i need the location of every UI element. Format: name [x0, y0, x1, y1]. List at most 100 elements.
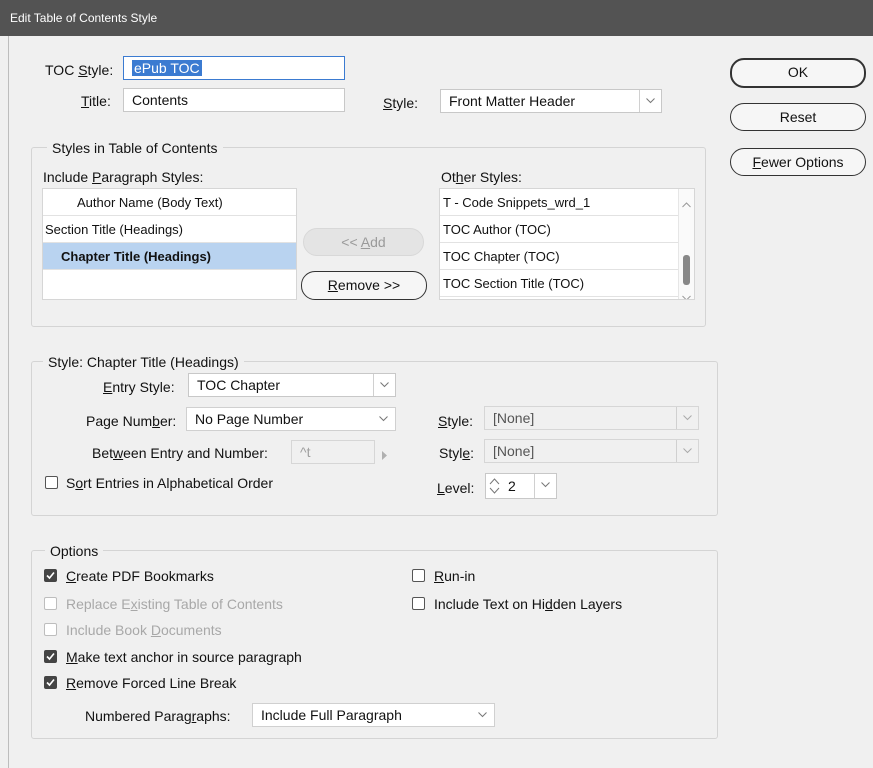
title-input[interactable]: Contents: [123, 88, 345, 112]
list-item[interactable]: Section Title (Headings): [43, 216, 296, 243]
other-styles-scrollbar[interactable]: [678, 189, 694, 299]
title-style-dropdown[interactable]: Front Matter Header: [440, 89, 662, 113]
title-style-label-accel: S: [383, 95, 393, 111]
hidden-label-part: Include Text on Hi: [434, 596, 546, 612]
entry-style-label: Entry Style:: [103, 378, 175, 396]
remove-label-accel: R: [327, 277, 338, 293]
between-style-dropdown[interactable]: [None]: [484, 439, 699, 463]
make-anchor-label-accel: M: [66, 649, 78, 665]
play-arrow-icon[interactable]: [382, 447, 388, 463]
chevron-down-icon[interactable]: [534, 474, 556, 498]
included-styles-list[interactable]: Author Name (Body Text) Section Title (H…: [42, 188, 297, 300]
style-1-label-accel: S: [438, 413, 448, 429]
list-item[interactable]: T - Code Snippets_wrd_1: [440, 189, 680, 216]
chevron-down-icon[interactable]: [676, 440, 698, 462]
page-number-label-part: er:: [159, 413, 177, 429]
include-book-label-accel: D: [150, 622, 161, 638]
page-number-dropdown[interactable]: No Page Number: [186, 407, 396, 431]
scrollbar-thumb[interactable]: [683, 255, 690, 285]
entry-style-label-part: ntry Style:: [112, 379, 175, 395]
style-1-label: Style:: [438, 412, 473, 430]
add-button[interactable]: << Add: [303, 228, 424, 256]
include-label-accel: P: [92, 169, 102, 185]
include-hidden-layers-checkbox[interactable]: [412, 597, 425, 610]
other-styles-label: Other Styles:: [441, 168, 522, 186]
fewer-options-label-part: ewer Options: [761, 154, 844, 170]
between-entry-label: Between Entry and Number:: [92, 444, 268, 462]
fewer-options-button[interactable]: Fewer Options: [730, 148, 866, 176]
make-text-anchor-checkbox[interactable]: [44, 650, 57, 663]
include-label-part: aragraph Styles:: [101, 169, 204, 185]
sort-entries-checkbox[interactable]: [45, 476, 58, 489]
chevron-down-icon[interactable]: [472, 704, 494, 726]
toc-style-label: TOC Style:: [45, 61, 113, 79]
replace-existing-toc-checkbox[interactable]: [44, 597, 57, 610]
other-styles-list[interactable]: T - Code Snippets_wrd_1 TOC Author (TOC)…: [439, 188, 695, 300]
chevron-down-icon[interactable]: [676, 407, 698, 429]
between-entry-value: ^t: [300, 444, 311, 460]
list-item-selected[interactable]: Chapter Title (Headings): [43, 243, 296, 270]
scroll-up-arrow-icon[interactable]: [682, 195, 691, 211]
remove-forced-line-break-checkbox[interactable]: [44, 676, 57, 689]
page-number-label-part: Page Num: [86, 413, 153, 429]
include-book-documents-label: Include Book Documents: [66, 621, 222, 639]
page-number-style-value: [None]: [493, 410, 535, 426]
list-item[interactable]: TOC Section Title (TOC): [440, 270, 680, 297]
window-left-border: [8, 36, 9, 768]
include-book-documents-checkbox[interactable]: [44, 623, 57, 636]
level-label-accel: L: [437, 480, 445, 496]
numbered-label-part: aphs:: [196, 708, 231, 724]
remove-break-label-part: emove Forced Line Break: [76, 675, 237, 691]
create-pdf-bookmarks-label: Create PDF Bookmarks: [66, 567, 214, 585]
toc-style-input[interactable]: ePub TOC: [123, 56, 345, 80]
list-item[interactable]: TOC Author (TOC): [440, 216, 680, 243]
stepper-arrows-icon[interactable]: [489, 477, 500, 498]
page-number-value: No Page Number: [195, 411, 304, 427]
entry-style-dropdown[interactable]: TOC Chapter: [188, 373, 396, 397]
create-pdf-label-accel: C: [66, 568, 77, 584]
add-label-accel: A: [360, 234, 371, 250]
window-title: Edit Table of Contents Style: [0, 0, 873, 36]
between-label-part: Bet: [92, 445, 114, 461]
numbered-paragraphs-dropdown[interactable]: Include Full Paragraph: [252, 703, 495, 727]
level-stepper[interactable]: 2: [485, 473, 557, 499]
run-in-label-accel: R: [434, 568, 445, 584]
remove-button[interactable]: Remove >>: [301, 271, 427, 300]
reset-button[interactable]: Reset: [730, 103, 866, 131]
between-entry-input[interactable]: ^t: [291, 440, 375, 464]
chevron-down-icon[interactable]: [373, 408, 395, 430]
title-label: Title:: [81, 92, 111, 110]
fewer-options-label-accel: F: [752, 154, 762, 170]
include-book-label-part: ocuments: [160, 622, 222, 638]
numbered-label-part: Numbered Parag: [85, 708, 192, 724]
run-in-checkbox[interactable]: [412, 569, 425, 582]
between-label-part: een Entry and Number:: [123, 445, 268, 461]
title-style-value: Front Matter Header: [449, 93, 576, 109]
hidden-label-part: den Layers: [552, 596, 623, 612]
styles-group-title: Styles in Table of Contents: [47, 139, 223, 157]
chevron-down-icon[interactable]: [373, 374, 395, 396]
list-item[interactable]: TOC Chapter (TOC): [440, 243, 680, 270]
ok-button[interactable]: OK: [730, 58, 866, 88]
options-group-title: Options: [45, 542, 104, 560]
list-item[interactable]: Author Name (Body Text): [43, 189, 296, 216]
chevron-down-icon[interactable]: [639, 90, 661, 112]
page-number-style-dropdown[interactable]: [None]: [484, 406, 699, 430]
scroll-down-arrow-icon[interactable]: [682, 288, 691, 299]
entry-style-value: TOC Chapter: [197, 377, 280, 393]
style-1-label-part: tyle:: [447, 413, 474, 429]
style-2-label-accel: e: [462, 445, 471, 461]
create-pdf-bookmarks-checkbox[interactable]: [44, 569, 57, 582]
other-label-part: er Styles:: [463, 169, 522, 185]
include-label-part: Include: [43, 169, 93, 185]
remove-break-label-accel: R: [66, 675, 77, 691]
replace-label-accel: x: [130, 596, 138, 612]
remove-label-part: emove >>: [337, 277, 401, 293]
level-value: 2: [508, 478, 516, 494]
title-value: Contents: [132, 92, 189, 108]
replace-existing-toc-label: Replace Existing Table of Contents: [66, 595, 283, 613]
sort-label-part: rt Entries in Alphabetical Order: [83, 475, 274, 491]
other-label-accel: h: [455, 169, 464, 185]
run-in-label: Run-in: [434, 567, 475, 585]
level-label-part: evel:: [444, 480, 475, 496]
